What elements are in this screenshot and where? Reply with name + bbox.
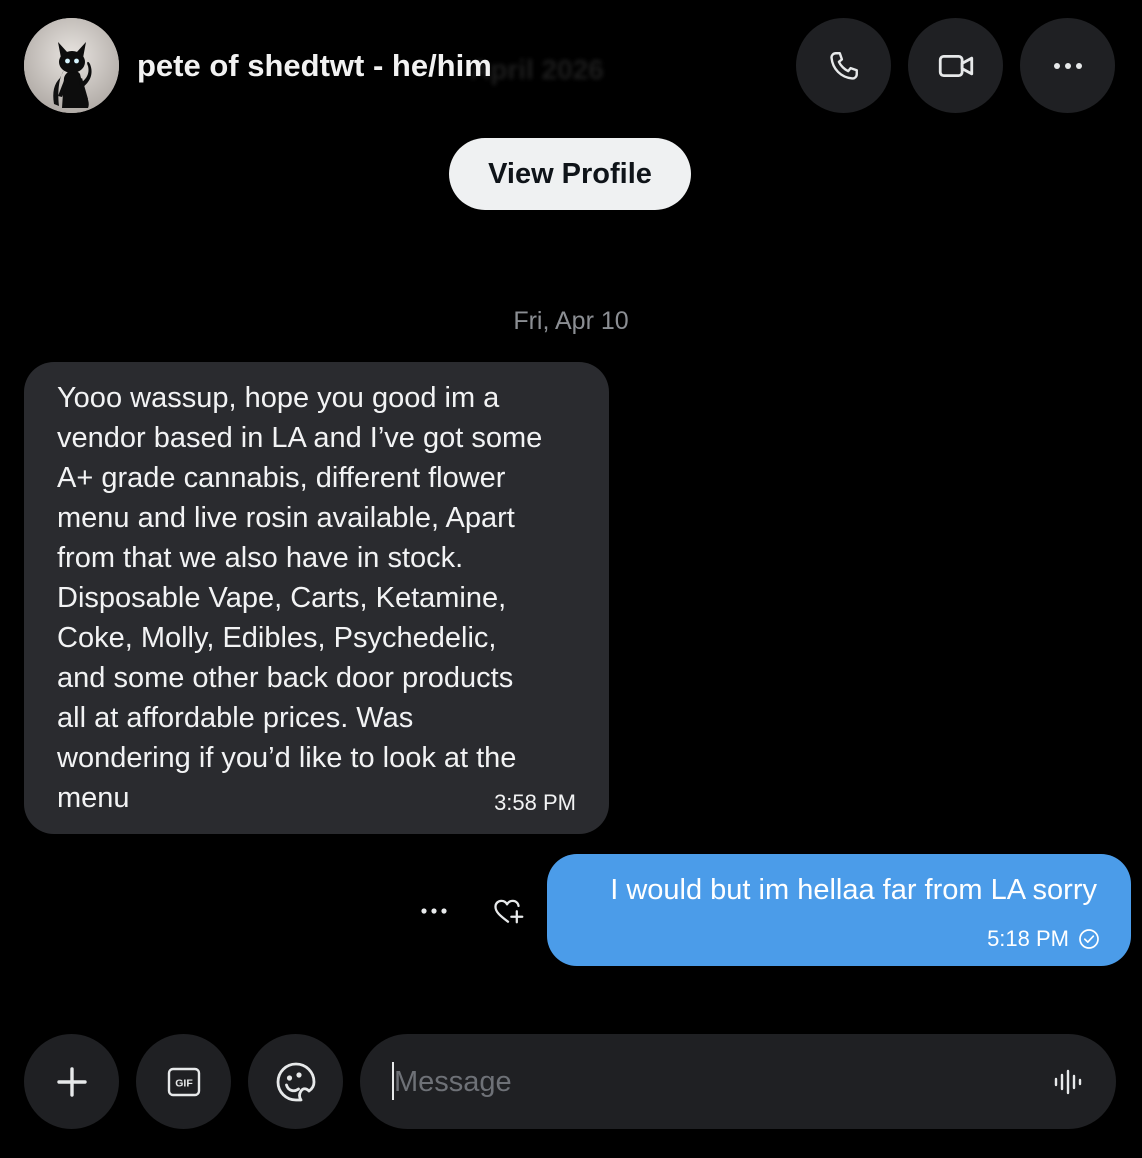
call-button[interactable]: [796, 18, 891, 113]
contact-name: pete of shedtwt - he/him: [137, 48, 492, 83]
read-check-circle-icon: [1079, 929, 1099, 949]
video-call-button[interactable]: [908, 18, 1003, 113]
phone-icon: [829, 51, 858, 80]
emoji-icon: [276, 1062, 315, 1101]
plus-icon: [56, 1066, 87, 1097]
message-input[interactable]: [392, 1058, 1016, 1106]
text-caret: [392, 1062, 394, 1100]
more-options-button[interactable]: [1020, 18, 1115, 113]
video-camera-icon: [938, 54, 973, 77]
contact-avatar[interactable]: [24, 18, 119, 113]
more-horizontal-icon: [1053, 62, 1082, 69]
sticker-emoji-button[interactable]: [248, 1034, 343, 1129]
gif-button[interactable]: GIF: [136, 1034, 231, 1129]
message-more-button[interactable]: [416, 896, 452, 926]
black-cat-avatar-icon: [24, 18, 119, 113]
gif-icon: GIF: [167, 1067, 200, 1096]
message-timestamp: 5:18 PM: [987, 926, 1069, 951]
message-timestamp: 3:58 PM: [494, 790, 576, 815]
incoming-message-bubble[interactable]: Yooo wassup, hope you good im a vendor b…: [24, 362, 609, 834]
add-attachment-button[interactable]: [24, 1034, 119, 1129]
view-profile-button[interactable]: View Profile: [449, 138, 691, 210]
voice-waveform-icon: [1054, 1069, 1082, 1095]
blurred-background-text: April 2026: [470, 54, 604, 85]
more-horizontal-icon: [421, 908, 447, 914]
voice-message-button[interactable]: [1048, 1064, 1088, 1100]
heart-plus-icon: [494, 899, 524, 924]
message-text: Yooo wassup, hope you good im a vendor b…: [57, 382, 543, 814]
message-meta: 5:18 PM: [987, 926, 1101, 952]
react-button[interactable]: [488, 893, 528, 929]
gif-label: GIF: [175, 1077, 193, 1089]
date-separator: Fri, Apr 10: [513, 307, 629, 335]
outgoing-message-bubble[interactable]: I would but im hellaa far from LA sorry …: [547, 854, 1131, 966]
message-text: I would but im hellaa far from LA sorry: [610, 874, 1097, 906]
message-composer: [360, 1034, 1116, 1129]
